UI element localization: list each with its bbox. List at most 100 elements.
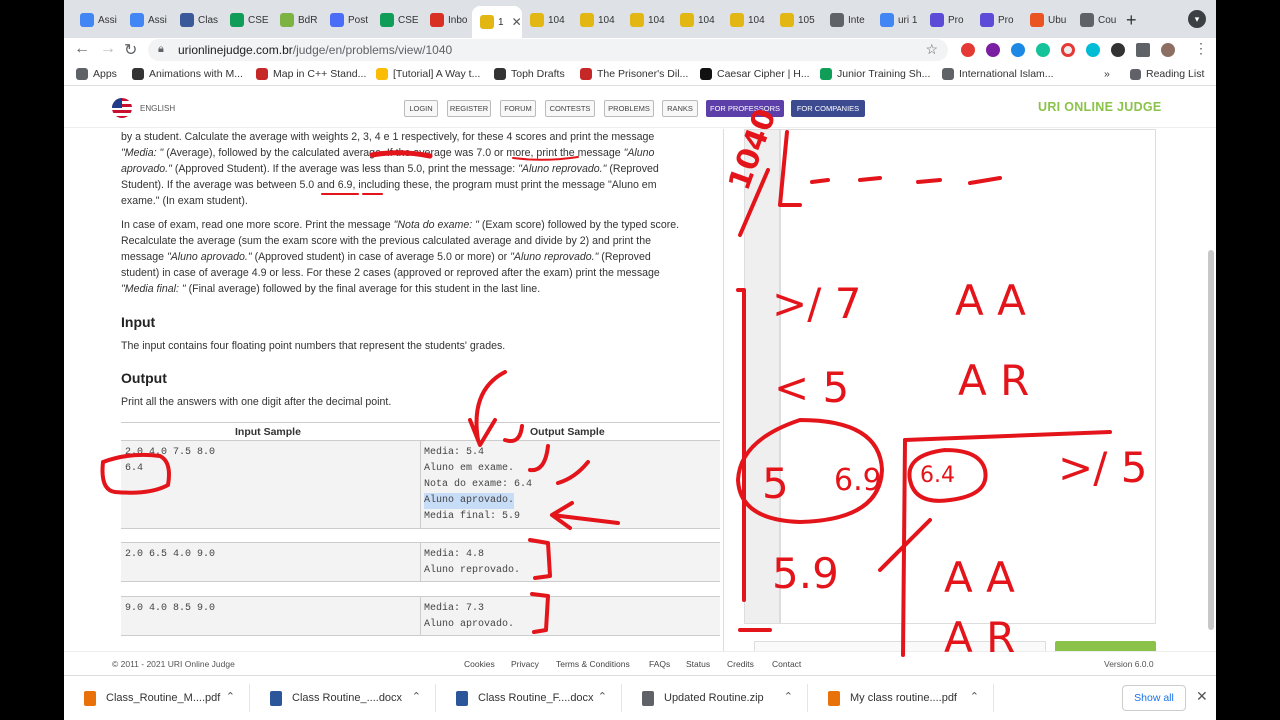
vpn-icon[interactable]	[1111, 43, 1125, 57]
browser-tab[interactable]: BdR	[272, 8, 319, 32]
footer-link-cookies[interactable]: Cookies	[464, 659, 495, 669]
browser-tab[interactable]: 105	[772, 8, 819, 32]
puzzle-icon[interactable]	[1136, 43, 1150, 57]
nav-for-professors[interactable]: FOR PROFESSORS	[706, 100, 784, 117]
bookmark-favicon	[580, 68, 592, 80]
browser-tab[interactable]: CSE	[372, 8, 419, 32]
nav-register[interactable]: REGISTER	[447, 100, 491, 117]
downloads-bar: Class_Routine_M....pdf ⌃ Class Routine_..…	[64, 675, 1216, 720]
download-item[interactable]: Updated Routine.zip ⌃	[628, 684, 808, 712]
show-all-button[interactable]: Show all	[1122, 685, 1186, 711]
tab-search-icon[interactable]: ▾	[1188, 10, 1206, 28]
url-text[interactable]: urionlinejudge.com.br/judge/en/problems/…	[178, 43, 452, 57]
footer-link-privacy[interactable]: Privacy	[511, 659, 539, 669]
nav-problems[interactable]: PROBLEMS	[604, 100, 654, 117]
bookmark-label: [Tutorial] A Way t...	[393, 68, 481, 80]
browser-tab[interactable]: Post	[322, 8, 369, 32]
reload-icon[interactable]: ↻	[124, 40, 137, 60]
vimeo-icon[interactable]	[1086, 43, 1100, 57]
translate-icon[interactable]	[1011, 43, 1025, 57]
browser-tab[interactable]: Inbo	[422, 8, 469, 32]
bookmark-item[interactable]: Caesar Cipher | H...	[700, 68, 810, 80]
adblock-icon[interactable]	[961, 43, 975, 57]
nav-for-companies[interactable]: FOR COMPANIES	[791, 100, 865, 117]
extension-icon[interactable]	[986, 43, 1000, 57]
chevron-up-icon[interactable]: ⌃	[970, 690, 979, 703]
sample-input: 2.0 6.5 4.0 9.0	[125, 547, 215, 563]
nav-contests[interactable]: CONTESTS	[545, 100, 595, 117]
download-item[interactable]: Class_Routine_M....pdf ⌃	[70, 684, 250, 712]
browser-tab[interactable]: Cou	[1072, 8, 1119, 32]
browser-tab[interactable]: Pro	[922, 8, 969, 32]
chevron-up-icon[interactable]: ⌃	[412, 690, 421, 703]
bookmarks-overflow-icon[interactable]: »	[1104, 68, 1110, 80]
browser-tab[interactable]: Pro	[972, 8, 1019, 32]
page-content: by a student. Calculate the average with…	[64, 129, 1216, 651]
download-item[interactable]: Class Routine_....docx ⌃	[256, 684, 436, 712]
reading-list[interactable]: Reading List	[1130, 68, 1204, 80]
browser-tab[interactable]: uri 1	[872, 8, 919, 32]
browser-tab[interactable]: Ubu	[1022, 8, 1069, 32]
editor-text-area[interactable]	[780, 129, 1156, 624]
footer-link-credits[interactable]: Credits	[727, 659, 754, 669]
nav-ranks[interactable]: RANKS	[662, 100, 698, 117]
bookmark-item[interactable]: [Tutorial] A Way t...	[376, 68, 480, 80]
browser-tab[interactable]: 104	[722, 8, 769, 32]
close-icon[interactable]: ✕	[512, 15, 522, 29]
reset-button[interactable]	[754, 641, 1046, 651]
forward-icon[interactable]: →	[100, 40, 116, 58]
new-tab-icon[interactable]: +	[1126, 10, 1137, 31]
tab-title: CSE	[398, 14, 419, 26]
submit-button[interactable]	[1055, 641, 1156, 651]
scrollbar[interactable]	[1208, 250, 1214, 630]
back-icon[interactable]: ←	[74, 40, 90, 58]
browser-tab[interactable]: Assi	[72, 8, 119, 32]
nav-login[interactable]: LOGIN	[404, 100, 438, 117]
browser-tab[interactable]: Clas	[172, 8, 219, 32]
us-flag-icon[interactable]	[112, 98, 132, 118]
bookmark-apps[interactable]: Apps	[76, 68, 117, 80]
avatar[interactable]	[1161, 43, 1175, 57]
chevron-up-icon[interactable]: ⌃	[226, 690, 235, 703]
tab-favicon	[80, 13, 94, 27]
footer-link-faqs[interactable]: FAQs	[649, 659, 670, 669]
browser-tab[interactable]: Assi	[122, 8, 169, 32]
footer-link-terms[interactable]: Terms & Conditions	[556, 659, 630, 669]
download-item[interactable]: My class routine....pdf ⌃	[814, 684, 994, 712]
menu-kebab-icon[interactable]: ⋮	[1194, 40, 1208, 57]
record-icon[interactable]	[1061, 43, 1075, 57]
footer-link-status[interactable]: Status	[686, 659, 710, 669]
bookmark-item[interactable]: International Islam...	[942, 68, 1054, 80]
bookmark-item[interactable]: The Prisoner's Dil...	[580, 68, 688, 80]
tab-favicon	[280, 13, 294, 27]
selected-sample-line[interactable]: Aluno aprovado.	[424, 493, 515, 509]
footer-link-contact[interactable]: Contact	[772, 659, 801, 669]
language-label[interactable]: ENGLISH	[140, 104, 175, 113]
browser-tab[interactable]: 104	[522, 8, 569, 32]
bookmark-favicon	[494, 68, 506, 80]
grammarly-icon[interactable]	[1036, 43, 1050, 57]
browser-tab[interactable]: 104	[672, 8, 719, 32]
browser-tab[interactable]: 104	[572, 8, 619, 32]
bookmark-item[interactable]: Animations with M...	[132, 68, 243, 80]
description-paragraph: by a student. Calculate the average with…	[121, 129, 719, 209]
browser-tab[interactable]: CSE	[222, 8, 269, 32]
text-span: (Reproved	[598, 251, 651, 263]
browser-tab[interactable]: 104	[622, 8, 669, 32]
chevron-up-icon[interactable]: ⌃	[598, 690, 607, 703]
bookmark-item[interactable]: Toph Drafts	[494, 68, 565, 80]
tab-title: uri 1	[898, 14, 918, 26]
site-logo[interactable]: URI ONLINE JUDGE	[1038, 100, 1162, 114]
chevron-up-icon[interactable]: ⌃	[784, 690, 793, 703]
close-icon[interactable]: ✕	[1196, 688, 1208, 705]
bookmark-item[interactable]: Junior Training Sh...	[820, 68, 930, 80]
bookmark-star-icon[interactable]: ☆	[925, 41, 938, 58]
browser-tab-active[interactable]: 1 ✕	[472, 6, 522, 38]
bookmark-item[interactable]: Map in C++ Stand...	[256, 68, 366, 80]
nav-forum[interactable]: FORUM	[500, 100, 536, 117]
bookmark-label: Junior Training Sh...	[837, 68, 931, 80]
browser-tab[interactable]: Inte	[822, 8, 869, 32]
download-item[interactable]: Class Routine_F....docx ⌃	[442, 684, 622, 712]
tab-favicon	[730, 13, 744, 27]
address-bar[interactable]: 🔒︎ urionlinejudge.com.br/judge/en/proble…	[148, 39, 948, 61]
